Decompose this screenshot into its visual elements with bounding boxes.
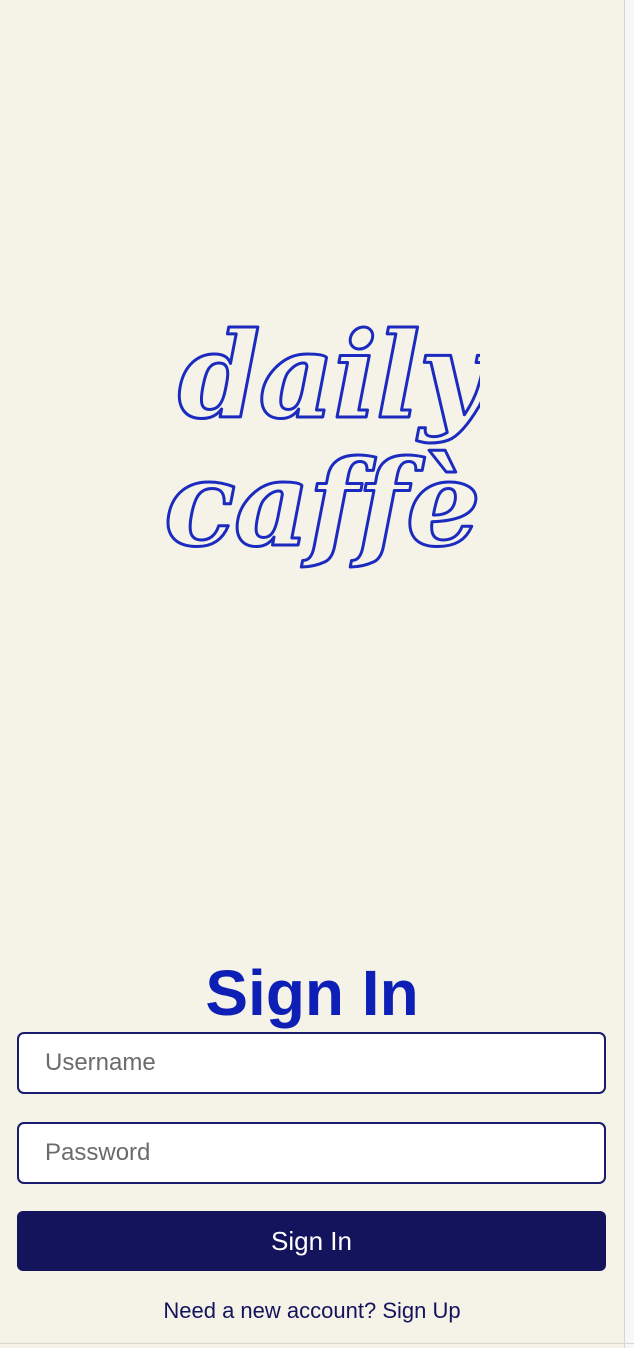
signup-prompt: Need a new account? Sign Up [0,1298,624,1324]
sign-in-button[interactable]: Sign In [17,1211,606,1271]
page-title: Sign In [205,956,419,1029]
signin-page: daily caffè Sign In Sign In Need a new a… [0,0,624,1348]
signup-prompt-text: Need a new account? [163,1298,377,1323]
daily-caffe-logo: daily caffè [150,305,481,595]
username-input[interactable] [17,1032,606,1094]
logo-line-1: daily [178,306,480,445]
password-input[interactable] [17,1122,606,1184]
logo-line-2: caffè [164,434,479,573]
sign-up-link[interactable]: Sign Up [382,1298,460,1323]
bottom-divider [0,1343,634,1344]
scrollbar-track[interactable] [625,0,634,1348]
